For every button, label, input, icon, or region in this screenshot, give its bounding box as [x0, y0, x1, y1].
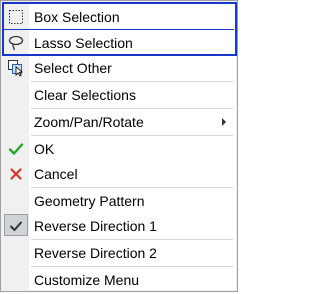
empty-icon-slot	[2, 109, 29, 134]
menu-item-label: Select Other	[34, 59, 112, 76]
menu-item-label: Zoom/Pan/Rotate	[34, 113, 144, 130]
check-icon	[2, 213, 29, 238]
submenu-arrow-icon	[222, 117, 226, 126]
empty-icon-slot	[2, 82, 29, 107]
empty-icon-slot	[2, 188, 29, 213]
menu-item-label: Clear Selections	[34, 86, 136, 103]
check-icon	[2, 136, 29, 161]
menu-item-label: Cancel	[34, 165, 78, 182]
menu-item-label: Reverse Direction 1	[34, 217, 157, 234]
empty-icon-slot	[2, 240, 29, 265]
menu-item-label: Reverse Direction 2	[34, 244, 157, 261]
menu-item-label: Geometry Pattern	[34, 192, 145, 209]
menu-item-reverse-direction-1[interactable]: Reverse Direction 1	[2, 213, 236, 238]
menu-item-ok[interactable]: OK	[2, 136, 236, 161]
menu-item-label: OK	[34, 140, 55, 157]
select-other-icon	[2, 55, 29, 80]
menu-item-clear-selections[interactable]: Clear Selections	[2, 82, 236, 107]
menu-item-label: Customize Menu	[34, 271, 140, 288]
menu-item-reverse-direction-2[interactable]: Reverse Direction 2	[2, 240, 236, 265]
x-icon	[2, 161, 29, 186]
empty-icon-slot	[2, 267, 29, 292]
menu-item-zoom-pan-rotate[interactable]: Zoom/Pan/Rotate	[2, 109, 236, 134]
menu-item-customize-menu[interactable]: Customize Menu	[2, 267, 236, 292]
selection-highlight-divider	[4, 29, 234, 30]
menu-item-geometry-pattern[interactable]: Geometry Pattern	[2, 188, 236, 213]
menu-item-select-other[interactable]: Select Other	[2, 55, 236, 80]
menu-item-cancel[interactable]: Cancel	[2, 161, 236, 186]
context-menu: Box Selection Lasso Selection Select Oth…	[0, 0, 238, 292]
